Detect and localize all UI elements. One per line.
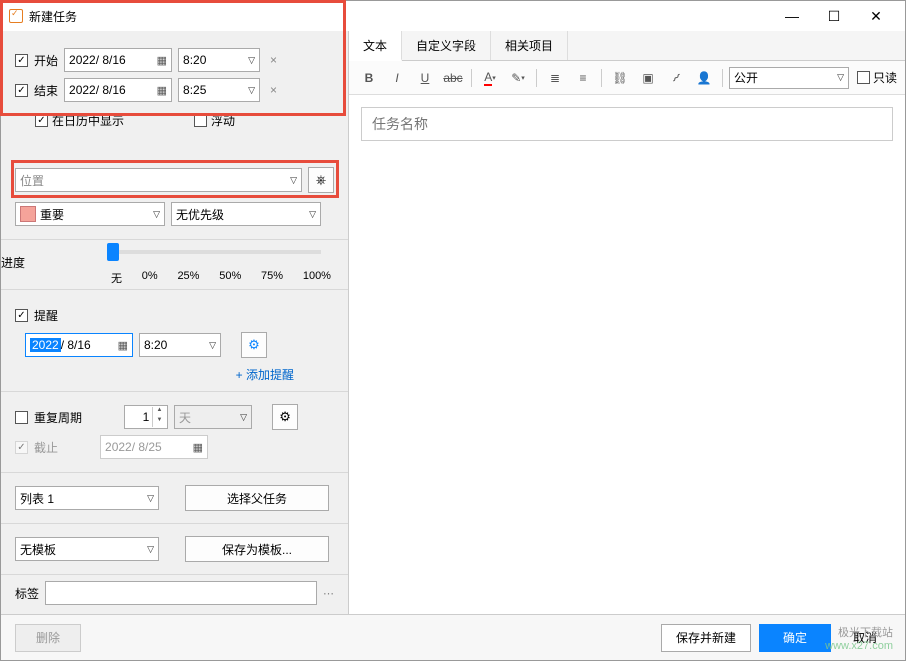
watermark: 极光下载站 www.x27.com (825, 624, 893, 652)
tags-input[interactable] (45, 581, 317, 605)
reminder-label: 提醒 (34, 307, 58, 324)
tab-custom-fields[interactable]: 自定义字段 (402, 31, 491, 60)
chevron-down-icon: ▽ (205, 340, 216, 351)
due-date-input: 2022/ 8/25▦ (100, 435, 208, 459)
start-time-input[interactable]: 8:20▽ (178, 48, 260, 72)
calendar-icon: ▦ (157, 84, 167, 97)
chevron-down-icon: ▽ (244, 55, 255, 66)
floating-checkbox[interactable] (194, 114, 207, 127)
readonly-label: 只读 (873, 69, 897, 86)
end-date-input[interactable]: 2022/ 8/16▦ (64, 78, 172, 102)
task-name-input[interactable] (361, 107, 893, 141)
tabs: 文本 自定义字段 相关项目 (349, 31, 905, 61)
start-checkbox[interactable] (15, 54, 28, 67)
right-panel: 文本 自定义字段 相关项目 B I U abc A▾ ✎▾ ≣ ≡ ⛓ ▣ ⌇ … (349, 31, 905, 660)
calendar-icon: ▦ (157, 54, 167, 67)
repeat-unit-select[interactable]: 天▽ (174, 405, 252, 429)
save-template-button[interactable]: 保存为模板... (185, 536, 329, 562)
attachment-button[interactable]: ⌇ (659, 61, 693, 95)
strike-button[interactable]: abc (441, 66, 465, 90)
category-color-swatch (20, 206, 36, 222)
chevron-down-icon: ▽ (305, 209, 316, 220)
end-checkbox[interactable] (15, 84, 28, 97)
reminder-checkbox[interactable] (15, 309, 28, 322)
maximize-button[interactable]: ☐ (813, 2, 855, 30)
template-select[interactable]: 无模板▽ (15, 537, 159, 561)
delete-button: 删除 (15, 624, 81, 652)
bold-button[interactable]: B (357, 66, 381, 90)
start-date-input[interactable]: 2022/ 8/16▦ (64, 48, 172, 72)
tags-more-icon[interactable]: ⋯ (323, 587, 334, 600)
repeat-count-input[interactable]: 1 ▲▼ (124, 405, 168, 429)
location-input[interactable]: 位置▽ (15, 168, 302, 192)
repeat-checkbox[interactable] (15, 411, 28, 424)
list-select[interactable]: 列表 1▽ (15, 486, 159, 510)
add-reminder-link[interactable]: + 添加提醒 (15, 362, 334, 383)
window-title: 新建任务 (29, 8, 77, 25)
chevron-down-icon: ▽ (149, 209, 160, 220)
chevron-down-icon: ▽ (236, 412, 247, 423)
clear-start-icon[interactable]: × (266, 53, 281, 67)
highlight-button[interactable]: ✎▾ (506, 66, 530, 90)
italic-button[interactable]: I (385, 66, 409, 90)
titlebar: 新建任务 — ☐ ✕ (1, 1, 905, 31)
priority-select[interactable]: 无优先级▽ (171, 202, 321, 226)
number-list-button[interactable]: ≡ (571, 66, 595, 90)
end-time-input[interactable]: 8:25▽ (178, 78, 260, 102)
minimize-button[interactable]: — (771, 2, 813, 30)
show-in-calendar-label: 在日历中显示 (52, 112, 124, 129)
visibility-select[interactable]: 公开▽ (729, 67, 849, 89)
calendar-icon: ▦ (193, 441, 203, 454)
due-checkbox (15, 441, 28, 454)
tags-label: 标签 (15, 585, 39, 602)
progress-slider[interactable] (111, 250, 321, 254)
clear-end-icon[interactable]: × (266, 83, 281, 97)
start-label: 开始 (34, 52, 58, 69)
link-button[interactable]: ⛓ (608, 66, 632, 90)
floating-label: 浮动 (211, 112, 235, 129)
app-icon (9, 9, 23, 23)
spinner-down[interactable]: ▼ (152, 417, 166, 427)
location-pin-button[interactable]: ⎈ (308, 167, 334, 193)
image-button[interactable]: ▣ (636, 66, 660, 90)
tab-text[interactable]: 文本 (349, 31, 402, 61)
left-panel: 开始 2022/ 8/16▦ 8:20▽ × 结束 2022/ 8/16▦ 8:… (1, 31, 349, 660)
bullet-list-button[interactable]: ≣ (543, 66, 567, 90)
tab-related[interactable]: 相关项目 (491, 31, 568, 60)
chevron-down-icon: ▽ (244, 85, 255, 96)
due-label: 截止 (34, 439, 58, 456)
chevron-down-icon: ▽ (143, 493, 154, 504)
category-select[interactable]: 重要 ▽ (15, 202, 165, 226)
gear-icon: ⚙ (248, 337, 260, 353)
bottom-bar: 删除 保存并新建 确定 取消 (1, 614, 905, 660)
show-in-calendar-checkbox[interactable] (35, 114, 48, 127)
chevron-down-icon: ▽ (286, 175, 297, 186)
contact-button[interactable]: 👤 (692, 66, 716, 90)
underline-button[interactable]: U (413, 66, 437, 90)
chevron-down-icon: ▽ (833, 72, 844, 83)
reminder-settings-button[interactable]: ⚙ (241, 332, 267, 358)
readonly-checkbox[interactable] (857, 71, 870, 84)
progress-ticks: 无 0% 25% 50% 75% 100% (111, 270, 331, 286)
pin-icon: ⎈ (316, 172, 326, 188)
reminder-time-input[interactable]: 8:20▽ (139, 333, 221, 357)
parent-task-button[interactable]: 选择父任务 (185, 485, 329, 511)
spinner-up[interactable]: ▲ (152, 407, 166, 417)
close-button[interactable]: ✕ (855, 2, 897, 30)
progress-thumb[interactable] (107, 243, 119, 261)
end-label: 结束 (34, 82, 58, 99)
repeat-label: 重复周期 (34, 409, 82, 426)
gear-icon: ⚙ (279, 409, 291, 425)
ok-button[interactable]: 确定 (759, 624, 831, 652)
progress-label: 进度 (1, 254, 25, 271)
font-color-button[interactable]: A▾ (478, 66, 502, 90)
chevron-down-icon: ▽ (143, 544, 154, 555)
reminder-date-input[interactable]: 2022/ 8/16▦ (25, 333, 133, 357)
repeat-settings-button[interactable]: ⚙ (272, 404, 298, 430)
save-and-new-button[interactable]: 保存并新建 (661, 624, 751, 652)
format-toolbar: B I U abc A▾ ✎▾ ≣ ≡ ⛓ ▣ ⌇ 👤 公开▽ 只读 (349, 61, 905, 95)
calendar-icon: ▦ (118, 339, 128, 352)
